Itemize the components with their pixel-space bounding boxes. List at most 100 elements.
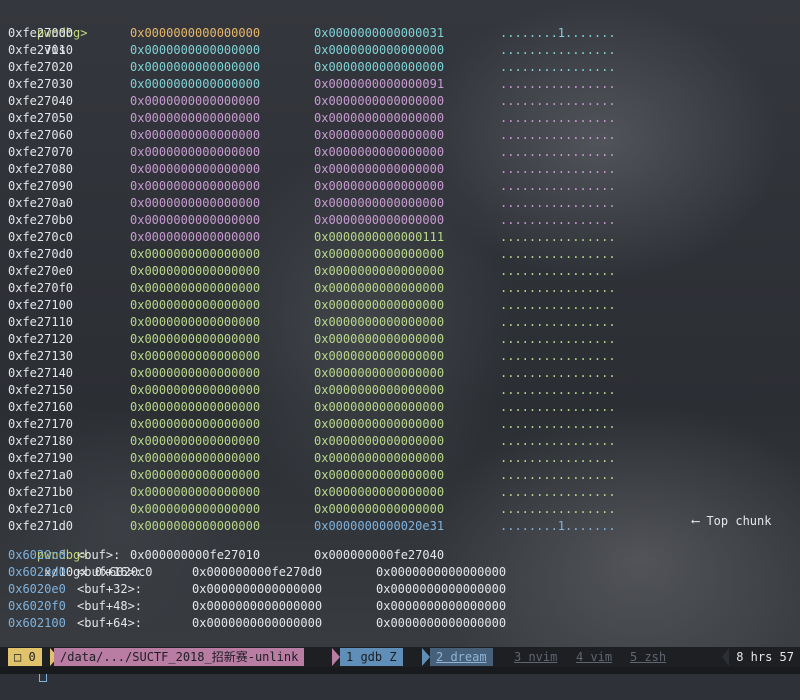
vis-ascii: ................ — [500, 417, 616, 431]
vis-qword-1: 0x0000000000000000 — [130, 111, 261, 125]
vis-qword-2: 0x0000000000000091 — [314, 77, 445, 91]
vis-ascii: ................ — [500, 315, 616, 329]
vis-qword-1: 0x0000000000000000 — [130, 451, 261, 465]
vis-qword-1: 0x0000000000000000 — [130, 281, 261, 295]
vis-qword-2: 0x0000000000000000 — [314, 400, 445, 414]
tmux-status-bar: □ 0 /data/.../SUCTF_2018_招新赛-unlink 1 gd… — [0, 647, 800, 667]
window-tab-nvim[interactable]: 3 nvim — [508, 648, 563, 666]
vis-qword-2: 0x0000000000000000 — [314, 60, 445, 74]
vis-ascii: ................ — [500, 213, 616, 227]
vis-ascii: ................ — [500, 60, 616, 74]
vis-ascii: ................ — [500, 298, 616, 312]
vis-qword-2: 0x0000000000000000 — [314, 281, 445, 295]
session-indicator[interactable]: □ 0 — [8, 648, 42, 666]
vis-qword-1: 0x0000000000000000 — [130, 417, 261, 431]
vis-ascii: ........1....... — [500, 519, 616, 533]
vis-qword-2: 0x0000000000000000 — [314, 485, 445, 499]
vis-address: 0xfe27180 — [8, 434, 74, 448]
vis-qword-2: 0x0000000000000000 — [314, 417, 445, 431]
powerline-separator — [722, 648, 729, 666]
vis-qword-2: 0x0000000000000111 — [314, 230, 445, 244]
vis-qword-1: 0x0000000000000000 — [130, 43, 261, 57]
vis-qword-2: 0x0000000000000000 — [314, 468, 445, 482]
vis-address: 0xfe27140 — [8, 366, 74, 380]
vis-address: 0xfe27190 — [8, 451, 74, 465]
vis-qword-1: 0x0000000000000000 — [130, 145, 261, 159]
vis-qword-1: 0x0000000000000000 — [130, 332, 261, 346]
vis-qword-1: 0x0000000000000000 — [130, 349, 261, 363]
vis-qword-1: 0x0000000000000000 — [130, 128, 261, 142]
examine-address: 0x6020f0 — [8, 599, 66, 613]
vis-qword-2: 0x0000000000020e31 — [314, 519, 445, 533]
vis-qword-2: 0x0000000000000000 — [314, 383, 445, 397]
examine-symbol: <buf+64>: — [77, 616, 143, 630]
vis-qword-2: 0x0000000000000031 — [314, 26, 445, 40]
vis-qword-1: 0x0000000000000000 — [130, 26, 261, 40]
vis-address: 0xfe27050 — [8, 111, 74, 125]
vis-qword-2: 0x0000000000000000 — [314, 128, 445, 142]
vis-address: 0xfe27070 — [8, 145, 74, 159]
vis-address: 0xfe270a0 — [8, 196, 74, 210]
vis-address: 0xfe27170 — [8, 417, 74, 431]
window-tab-vim[interactable]: 4 vim — [570, 648, 618, 666]
vis-address: 0xfe271b0 — [8, 485, 74, 499]
vis-address: 0xfe27130 — [8, 349, 74, 363]
vis-qword-2: 0x0000000000000000 — [314, 94, 445, 108]
vis-qword-1: 0x0000000000000000 — [130, 264, 261, 278]
prompt-line-vis: pwndbg> vis — [8, 8, 88, 57]
examine-qword-1: 0x0000000000000000 — [192, 616, 323, 630]
window-tab-zsh[interactable]: 5 zsh — [624, 648, 672, 666]
vis-ascii: ................ — [500, 468, 616, 482]
examine-symbol: <buf>: — [77, 548, 121, 562]
vis-ascii: ................ — [500, 77, 616, 91]
vis-ascii: ................ — [500, 111, 616, 125]
examine-symbol: <buf+32>: — [77, 582, 143, 596]
vis-qword-2: 0x0000000000000000 — [314, 145, 445, 159]
examine-qword-2: 0x0000000000000000 — [376, 616, 507, 630]
vis-ascii: ................ — [500, 332, 616, 346]
vis-ascii: ................ — [500, 502, 616, 516]
vis-qword-2: 0x0000000000000000 — [314, 43, 445, 57]
vis-ascii: ................ — [500, 162, 616, 176]
vis-qword-1: 0x0000000000000000 — [130, 315, 261, 329]
vis-address: 0xfe270f0 — [8, 281, 74, 295]
vis-qword-1: 0x0000000000000000 — [130, 468, 261, 482]
vis-address: 0xfe27010 — [8, 43, 74, 57]
vis-qword-1: 0x0000000000000000 — [130, 298, 261, 312]
vis-qword-1: 0x0000000000000000 — [130, 502, 261, 516]
vis-address: 0xfe270b0 — [8, 213, 74, 227]
vis-qword-1: 0x0000000000000000 — [130, 77, 261, 91]
vis-qword-2: 0x0000000000000000 — [314, 502, 445, 516]
examine-qword-1: 0x000000000fe27010 — [130, 548, 261, 562]
vis-qword-1: 0x0000000000000000 — [130, 366, 261, 380]
examine-symbol: <buf+16>: — [77, 565, 143, 579]
terminal[interactable]: pwndbg> vis 0xfe27000 0x0000000000000000 0… — [8, 0, 800, 682]
vis-qword-2: 0x0000000000000000 — [314, 162, 445, 176]
vis-qword-1: 0x0000000000000000 — [130, 94, 261, 108]
vis-qword-1: 0x0000000000000000 — [130, 60, 261, 74]
vis-ascii: ................ — [500, 400, 616, 414]
examine-qword-1: 0x0000000000000000 — [192, 599, 323, 613]
examine-qword-2: 0x0000000000000000 — [376, 565, 507, 579]
prompt-line-examine: pwndbg> x/10gx 0x6020c0 — [8, 530, 153, 579]
window-tab-dream[interactable]: 2 dream — [430, 648, 493, 666]
vis-qword-1: 0x0000000000000000 — [130, 485, 261, 499]
examine-address: 0x6020c0 — [8, 548, 66, 562]
vis-qword-2: 0x0000000000000000 — [314, 179, 445, 193]
vis-ascii: ................ — [500, 485, 616, 499]
vis-qword-1: 0x0000000000000000 — [130, 230, 261, 244]
vis-qword-1: 0x0000000000000000 — [130, 213, 261, 227]
powerline-separator — [422, 648, 430, 666]
vis-qword-2: 0x0000000000000000 — [314, 247, 445, 261]
vis-ascii: ................ — [500, 349, 616, 363]
vis-address: 0xfe27040 — [8, 94, 74, 108]
window-bottom-edge — [0, 667, 800, 674]
examine-address: 0x6020d0 — [8, 565, 66, 579]
vis-address: 0xfe27110 — [8, 315, 74, 329]
vis-qword-1: 0x0000000000000000 — [130, 434, 261, 448]
top-chunk-annotation: ⟵ Top chunk — [692, 514, 772, 528]
vis-address: 0xfe271a0 — [8, 468, 74, 482]
vis-ascii: ................ — [500, 145, 616, 159]
window-tab-gdb[interactable]: 1 gdb Z — [340, 648, 403, 666]
vis-ascii: ................ — [500, 434, 616, 448]
